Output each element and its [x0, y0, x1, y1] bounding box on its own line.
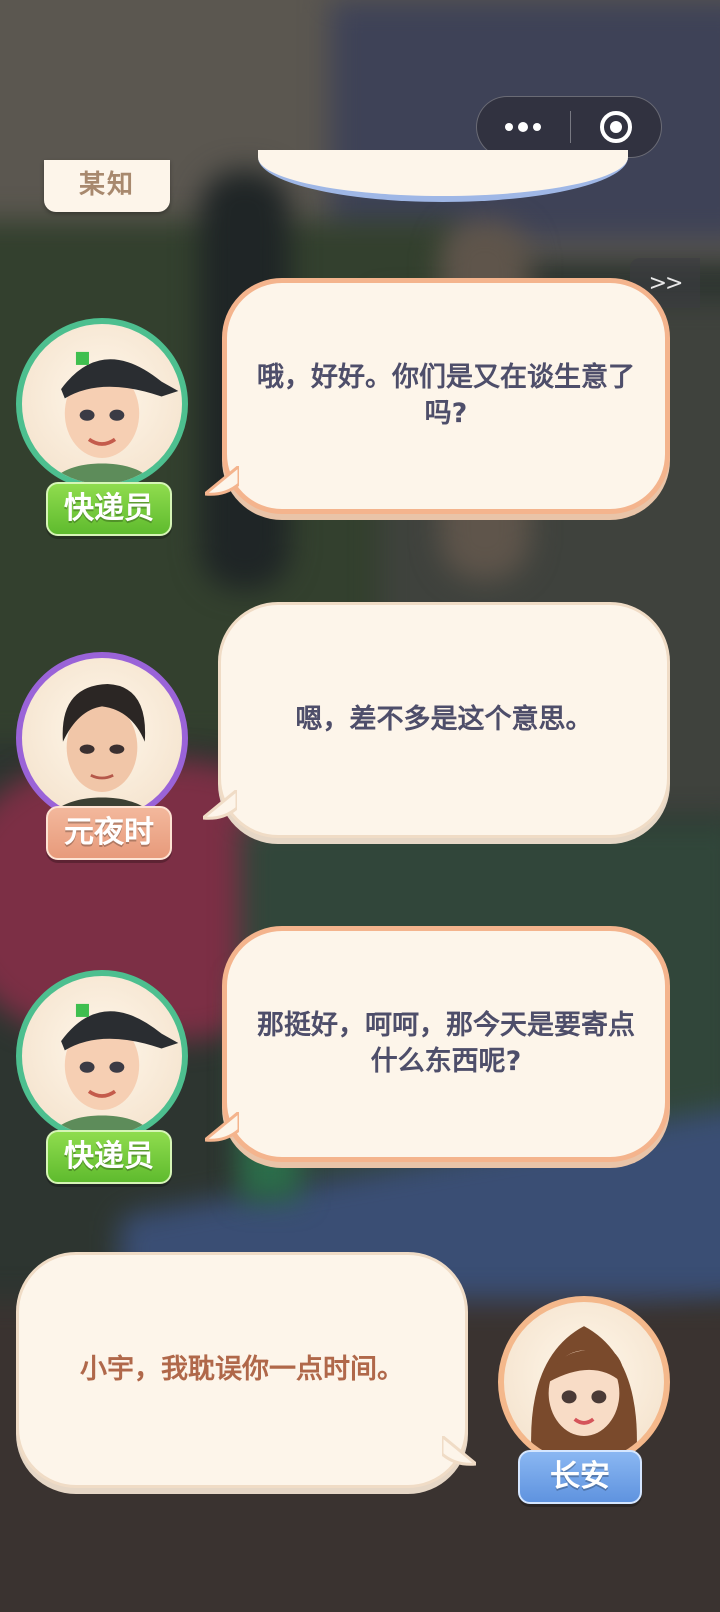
previous-speaker-tag: 某知	[44, 160, 170, 212]
changan-avatar	[498, 1296, 670, 1468]
speaker-tag-changan: 长安	[518, 1450, 642, 1504]
bubble-tail	[201, 462, 241, 500]
bubble-tail	[201, 1108, 241, 1146]
target-close-icon[interactable]	[571, 97, 661, 157]
previous-speaker-name: 某知	[78, 170, 135, 200]
dialogue-bubble-3: 那挺好，呵呵，那今天是要寄点什么东西呢?	[222, 926, 670, 1162]
yuanyeshi-avatar	[16, 652, 188, 824]
dialogue-bubble-1: 哦，好好。你们是又在谈生意了吗?	[222, 278, 670, 514]
courier-avatar	[16, 318, 188, 490]
bubble-tail	[440, 1432, 480, 1470]
speaker-tag-yuanyeshi: 元夜时	[46, 806, 172, 860]
more-dots-icon[interactable]	[477, 97, 569, 157]
courier-avatar	[16, 970, 188, 1142]
dialogue-bubble-4: 小宇，我耽误你一点时间。	[16, 1252, 468, 1488]
speaker-tag-courier: 快递员	[46, 1130, 172, 1184]
dialogue-bubble-2: 嗯，差不多是这个意思。	[218, 602, 670, 838]
bubble-tail	[199, 786, 239, 824]
miniprogram-capsule	[476, 96, 662, 158]
speaker-tag-courier: 快递员	[46, 482, 172, 536]
